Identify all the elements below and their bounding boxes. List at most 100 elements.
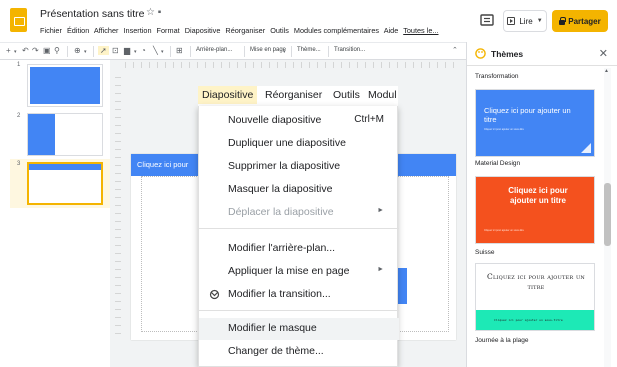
theme-card-material-design[interactable]: Cliquez ici pour ajouter un titre Clique… xyxy=(475,176,595,244)
toolbar-divider xyxy=(291,46,292,57)
slide-shape[interactable] xyxy=(398,268,407,304)
change-background-item[interactable]: Modifier l'arrière-plan... xyxy=(199,238,399,260)
change-theme-item[interactable]: Changer de thème... xyxy=(199,341,399,363)
theme-card-suisse[interactable]: Cliquez ici pour ajouter un titre Clique… xyxy=(475,263,595,331)
share-button[interactable]: Partager xyxy=(552,10,608,32)
palette-icon xyxy=(475,48,486,59)
menu-aide[interactable]: Aide xyxy=(384,26,399,35)
slide-thumbnail[interactable] xyxy=(27,64,103,107)
document-title[interactable]: Présentation sans titre xyxy=(40,8,144,20)
paint-format-icon[interactable]: ⚲ xyxy=(54,46,60,55)
theme-name: Material Design xyxy=(475,160,521,167)
menu-outils[interactable]: Outils xyxy=(333,89,360,101)
collapse-toolbar-icon[interactable]: ⌃ xyxy=(452,46,458,54)
zoom-dropdown-icon[interactable]: ▾ xyxy=(84,49,87,55)
menu-item-label: Modifier l'arrière-plan... xyxy=(228,242,336,254)
chevron-down-icon[interactable]: ▼ xyxy=(537,18,543,24)
menu-bar: Fichier Édition Afficher Insertion Forma… xyxy=(40,26,442,35)
menu-fichier[interactable]: Fichier xyxy=(40,26,62,35)
zoom-icon[interactable]: ⊕ xyxy=(74,46,81,55)
line-dropdown-icon[interactable]: ▾ xyxy=(161,49,164,55)
scroll-up-icon[interactable]: ▲ xyxy=(604,68,609,74)
menu-reorganiser[interactable]: Réorganiser xyxy=(265,89,322,101)
present-icon xyxy=(507,17,516,25)
slide-number: 2 xyxy=(17,113,21,119)
theme-button[interactable]: Thème... xyxy=(297,47,321,53)
theme-card-transformation[interactable]: Cliquez ici pour ajouter un titre Clique… xyxy=(475,89,595,157)
close-icon[interactable]: ✕ xyxy=(599,47,608,60)
lock-icon xyxy=(559,16,567,25)
theme-name: Suisse xyxy=(475,249,495,256)
star-icon[interactable]: ☆ xyxy=(146,7,155,18)
edit-master-item[interactable]: Modifier le masque xyxy=(199,318,399,340)
menu-diapositive-active[interactable]: Diapositive xyxy=(198,86,258,104)
redo-icon[interactable]: ↷ xyxy=(32,46,39,55)
print-icon[interactable]: ▣ xyxy=(43,46,51,55)
change-transition-item[interactable]: Modifier la transition... xyxy=(199,284,399,306)
text-box-icon[interactable]: ⊡ xyxy=(112,46,119,55)
toolbar: + ▾ ↶ ↷ ▣ ⚲ ⊕ ▾ ➚ ⊡ ▆ ▾ ◔ ╲ ▾ ⊞ Arrière-… xyxy=(0,42,466,60)
undo-icon[interactable]: ↶ xyxy=(22,46,29,55)
line-icon[interactable]: ╲ xyxy=(153,46,158,55)
menu-item-label: Modifier le masque xyxy=(228,322,317,334)
menu-outils[interactable]: Outils xyxy=(270,26,289,35)
new-slide-item[interactable]: Nouvelle diapositive Ctrl+M xyxy=(199,110,399,132)
read-button-label: Lire xyxy=(519,16,533,26)
comment-add-icon[interactable]: ⊞ xyxy=(176,46,183,55)
layout-button[interactable]: Mise en page xyxy=(250,47,286,53)
select-cursor-icon[interactable]: ➚ xyxy=(98,46,109,55)
submenu-arrow-icon: ► xyxy=(377,207,384,214)
menu-insertion[interactable]: Insertion xyxy=(124,26,152,35)
menu-item-label: Masquer la diapositive xyxy=(228,183,333,195)
themes-panel-title: Thèmes xyxy=(491,49,524,59)
shortcut-label: Ctrl+M xyxy=(354,114,384,125)
toolbar-divider xyxy=(170,46,171,57)
menu-reorganiser[interactable]: Réorganiser xyxy=(225,26,265,35)
slide-filmstrip: 1 2 3 xyxy=(0,60,110,367)
toolbar-divider xyxy=(67,46,68,57)
menu-afficher[interactable]: Afficher xyxy=(94,26,119,35)
duplicate-slide-item[interactable]: Dupliquer une diapositive xyxy=(199,133,399,155)
delete-slide-item[interactable]: Supprimer la diapositive xyxy=(199,156,399,178)
slide-thumbnail[interactable] xyxy=(27,113,103,156)
menu-edition[interactable]: Édition xyxy=(67,26,89,35)
menu-item-label: Changer de thème... xyxy=(228,345,324,357)
background-button[interactable]: Arrière-plan... xyxy=(196,47,232,53)
title-actions: ☆ ▪ xyxy=(146,7,161,18)
new-slide-icon[interactable]: + xyxy=(6,46,11,55)
apply-layout-item[interactable]: Appliquer la mise en page ► xyxy=(199,261,399,283)
theme-preview-band: Cliquez ici pour ajouter un sous-titre xyxy=(476,310,594,330)
horizontal-ruler xyxy=(125,62,455,68)
transition-button[interactable]: Transition... xyxy=(334,47,365,53)
theme-name: Transformation xyxy=(475,73,519,80)
thumbnail-side-block xyxy=(28,114,55,155)
slide-number: 3 xyxy=(17,161,21,167)
hide-slide-item[interactable]: Masquer la diapositive xyxy=(199,179,399,201)
transition-icon xyxy=(209,289,220,300)
new-slide-dropdown-icon[interactable]: ▾ xyxy=(14,49,17,55)
layout-dropdown-icon[interactable]: ▾ xyxy=(283,49,286,55)
menu-diapositive[interactable]: Diapositive xyxy=(185,26,221,35)
app-header: Présentation sans titre ☆ ▪ Fichier Édit… xyxy=(0,0,617,42)
read-button[interactable]: Lire ▼ xyxy=(503,10,547,32)
folder-icon[interactable]: ▪ xyxy=(158,7,162,18)
thumbnail-title-block xyxy=(30,67,100,104)
toolbar-divider xyxy=(93,46,94,57)
toolbar-divider xyxy=(190,46,191,57)
image-dropdown-icon[interactable]: ▾ xyxy=(134,49,137,55)
menu-modules[interactable]: Modul xyxy=(368,89,397,101)
menu-modules[interactable]: Modules complémentaires xyxy=(294,26,379,35)
last-edit-link[interactable]: Toutes le... xyxy=(403,26,438,35)
slide-thumbnail-selected[interactable] xyxy=(27,162,103,205)
themes-scrollbar-thumb[interactable] xyxy=(604,183,611,246)
menu-item-label: Appliquer la mise en page xyxy=(228,265,350,277)
menu-format[interactable]: Format xyxy=(157,26,180,35)
shape-icon[interactable]: ◔ xyxy=(141,46,146,55)
theme-preview-title: Cliquez ici pour ajouter un titre xyxy=(508,186,568,205)
image-icon[interactable]: ▆ xyxy=(124,46,130,55)
comments-icon[interactable] xyxy=(480,14,494,26)
menu-divider xyxy=(199,228,399,229)
slides-logo-icon[interactable] xyxy=(10,8,27,32)
toolbar-divider xyxy=(328,46,329,57)
menu-divider xyxy=(199,310,399,311)
